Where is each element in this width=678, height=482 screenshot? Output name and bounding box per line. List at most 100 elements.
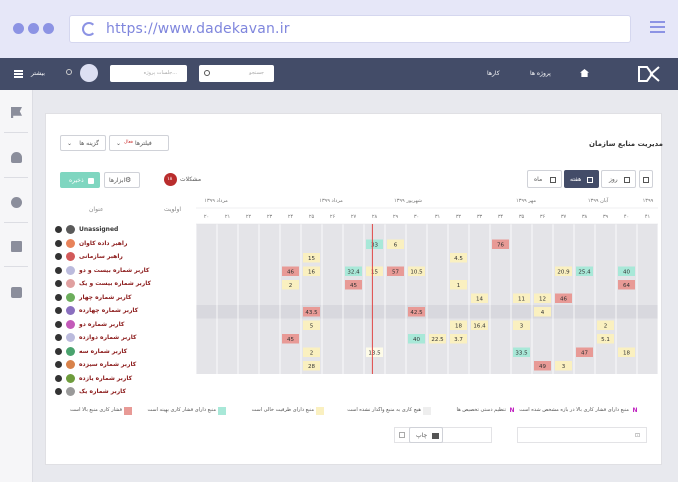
resource-name[interactable]: کاربر شماره سه <box>79 348 127 355</box>
allocation-value: 46 <box>287 270 294 276</box>
expand-row-icon[interactable] <box>55 226 62 233</box>
expand-row-icon[interactable] <box>55 361 62 368</box>
allocation-value: 3 <box>520 324 524 330</box>
calendar-icon <box>550 177 556 183</box>
expand-row-icon[interactable] <box>55 280 62 287</box>
flag-icon[interactable] <box>11 107 22 118</box>
view-month-button[interactable]: ماه <box>527 170 562 188</box>
date-to-input[interactable]: ⊡ <box>517 427 647 443</box>
expand-row-icon[interactable] <box>55 334 62 341</box>
resource-name[interactable]: کاربر شماره یک <box>79 388 126 395</box>
month-label: مهر ۱۳۹۹ <box>516 198 536 204</box>
resource-management-panel: مدیریت منابع سازمان ⌄ گزینه ها ⌄ فیلترها… <box>45 113 663 465</box>
clock-icon[interactable] <box>66 69 72 75</box>
avatar <box>66 319 75 329</box>
allocation-value: 13.5 <box>368 351 381 357</box>
expand-row-icon[interactable] <box>55 347 62 355</box>
avatar <box>66 252 75 261</box>
tools-dropdown[interactable]: ⚙ ابزارها <box>104 172 140 188</box>
expand-row-icon[interactable] <box>55 266 62 274</box>
expand-row-icon[interactable] <box>55 307 62 314</box>
column-title-header: عنوان <box>89 206 104 213</box>
allocation-value: 12 <box>539 297 546 303</box>
expand-row-icon[interactable] <box>55 320 62 328</box>
expand-row-icon[interactable] <box>55 253 62 260</box>
allocation-value: 18 <box>455 324 462 330</box>
issues-count-badge[interactable]: ۱۸ <box>164 173 177 186</box>
resource-name[interactable]: کاربر شماره چهارده <box>79 307 138 314</box>
allocation-value: 57 <box>392 270 399 276</box>
month-label: مرداد ۱۳۹۹ <box>319 198 343 204</box>
search-input[interactable]: جستجو <box>199 65 274 82</box>
home-icon[interactable] <box>580 69 589 77</box>
resource-name[interactable]: Unassigned <box>79 226 118 233</box>
week-label: ۲۲ <box>246 214 252 220</box>
save-button[interactable]: ذخیره <box>60 172 100 188</box>
calendar-icon <box>399 432 405 438</box>
allocation-value: 46 <box>560 297 567 303</box>
bulb-icon[interactable] <box>11 197 22 208</box>
nav-tasks[interactable]: کارها <box>487 70 500 77</box>
resource-name[interactable]: کاربر شماره یازده <box>79 375 132 382</box>
filters-dropdown[interactable]: ⌄ فیلترها فعال <box>109 135 169 151</box>
allocation-value: 40 <box>623 270 630 276</box>
resource-name[interactable]: کاربر شماره چهار <box>79 294 132 301</box>
allocation-value: 2 <box>310 351 314 357</box>
resource-name[interactable]: کاربر شماره بیست و دو <box>79 267 149 274</box>
gear-icon: ⚙ <box>125 176 132 184</box>
expand-row-icon[interactable] <box>55 388 62 395</box>
resource-name[interactable]: کاربر شماره دو <box>79 321 124 328</box>
window-dot <box>28 23 39 34</box>
reload-icon[interactable] <box>82 22 96 36</box>
expand-row-icon[interactable] <box>55 374 62 382</box>
search-icon <box>204 70 210 76</box>
legend-label: منبع دارای فشار کاری بهینه است <box>147 407 216 413</box>
print-icon <box>432 433 439 439</box>
resource-name[interactable]: کاربر شماره دوازده <box>79 334 136 341</box>
allocation-value: 47 <box>581 351 588 357</box>
window-dot <box>43 23 54 34</box>
issues-label[interactable]: مشکلات <box>180 176 201 183</box>
week-label: ۳۵ <box>519 214 525 220</box>
calendar-picker-button[interactable] <box>639 170 653 188</box>
clipboard-icon[interactable] <box>11 241 22 252</box>
avatar <box>66 265 75 275</box>
resource-name[interactable]: کاربر شماره بیست و یک <box>79 280 151 287</box>
project-search-input[interactable]: جلسات پروژه... <box>110 65 187 82</box>
legend-label: منبع دارای ظرفیت خالی است <box>251 407 314 413</box>
allocation-value: 64 <box>623 283 630 289</box>
expand-row-icon[interactable] <box>55 239 62 247</box>
allocation-value: 76 <box>497 243 504 249</box>
options-dropdown[interactable]: ⌄ گزینه ها <box>60 135 106 151</box>
expand-row-icon[interactable] <box>55 293 62 301</box>
week-label: ۳۱ <box>435 214 440 220</box>
resource-name[interactable]: راهبر داده کاوان <box>79 240 127 247</box>
view-day-button[interactable]: روز <box>601 170 636 188</box>
resource-name[interactable]: راهبر سازمانی <box>79 253 123 260</box>
allocation-value: 45 <box>350 283 357 289</box>
avatar[interactable] <box>80 64 98 82</box>
allocation-value: 42.5 <box>410 310 423 316</box>
legend-label: فشار کاری منبع بالا است <box>70 407 122 413</box>
menu-icon[interactable] <box>14 70 23 72</box>
allocation-value: 25.4 <box>578 270 591 276</box>
more-label[interactable]: بیشتر <box>31 70 45 77</box>
browser-menu-icon[interactable] <box>650 21 665 23</box>
divider <box>4 132 28 133</box>
allocation-value: 18 <box>623 351 630 357</box>
week-label: ۴۰ <box>624 214 629 220</box>
user-icon[interactable] <box>11 152 22 163</box>
legend-label: منبع دارای فشار کاری بالا در بازه مشخص ش… <box>519 407 629 413</box>
allocation-value: 4.5 <box>454 256 463 262</box>
avatar <box>66 360 75 369</box>
calendar-icon <box>587 177 593 183</box>
print-button[interactable]: چاپ <box>409 427 443 443</box>
week-label: ۳۰ <box>414 214 419 220</box>
chat-icon[interactable] <box>11 287 22 298</box>
resource-name[interactable]: کاربر شماره سیزده <box>79 361 136 368</box>
address-bar[interactable]: https://www.dadekavan.ir <box>69 15 631 43</box>
legend-label: هیچ کاری به منبع واگذار نشده است <box>347 407 421 413</box>
nav-projects[interactable]: پروژه ها <box>530 70 551 77</box>
view-week-button[interactable]: هفته <box>564 170 599 188</box>
month-label: شهریور ۱۳۹۹ <box>394 198 422 204</box>
